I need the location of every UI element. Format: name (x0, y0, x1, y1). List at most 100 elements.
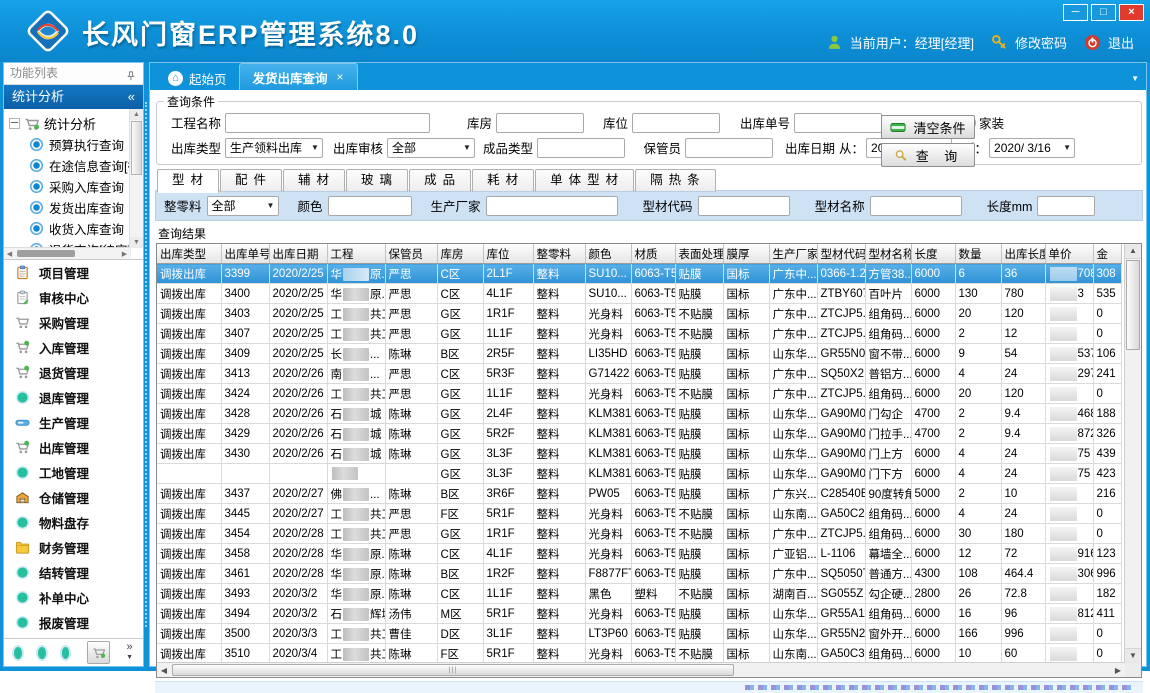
material-tab[interactable]: 辅材 (283, 169, 345, 192)
sidebar-item[interactable]: 入库管理 (4, 335, 143, 360)
table-row[interactable]: 调拨出库35102020/3/4工共工程陈琳F区5R1F整料光身料6063-T5… (157, 644, 1121, 664)
color-input[interactable] (328, 196, 412, 216)
product-type-input[interactable] (537, 138, 625, 158)
project-name-input[interactable] (225, 113, 430, 133)
warehouse-input[interactable] (496, 113, 584, 133)
material-tab[interactable]: 配件 (220, 169, 282, 192)
sidebar-item[interactable]: 项目管理 (4, 260, 143, 285)
column-header[interactable]: 库房 (437, 244, 483, 264)
audit-select[interactable]: 全部▼ (387, 138, 475, 158)
column-header[interactable]: 金 (1093, 244, 1121, 264)
table-row[interactable]: 调拨出库34452020/2/27工共工程严思F区5R1F整料光身料6063-T… (157, 504, 1121, 524)
column-header[interactable]: 整零料 (533, 244, 585, 264)
sidebar-item[interactable]: 退货管理 (4, 360, 143, 385)
clear-conditions-button[interactable]: 清空条件 (881, 115, 975, 139)
scroll-thumb[interactable]: ||| (172, 664, 734, 676)
column-header[interactable]: 表面处理 (675, 244, 723, 264)
column-header[interactable]: 单价 (1045, 244, 1093, 264)
nav-cart-button[interactable] (87, 641, 110, 664)
column-header[interactable]: 保管员 (385, 244, 437, 264)
scroll-up-icon[interactable]: ▲ (1125, 244, 1141, 259)
sidebar-item[interactable]: 审核中心 (4, 285, 143, 310)
sidebar-item[interactable]: 财务管理 (4, 535, 143, 560)
material-tab[interactable]: 型材 (157, 169, 219, 193)
length-input[interactable] (1037, 196, 1095, 216)
column-header[interactable]: 颜色 (585, 244, 631, 264)
sidebar-item[interactable]: 结转管理 (4, 560, 143, 585)
table-row[interactable]: 调拨出库34942020/3/2石辉城汤伟M区5R1F整料光身料6063-T5贴… (157, 604, 1121, 624)
sidebar-item[interactable]: 仓储管理 (4, 485, 143, 510)
scroll-left-icon[interactable]: ◀ (4, 250, 15, 258)
tree-horizontal-scrollbar[interactable]: ◀ ▶ (4, 247, 130, 259)
sidebar-item[interactable]: 物料盘存 (4, 510, 143, 535)
tree-item[interactable]: 在途信息查询[待 (9, 155, 129, 176)
table-row[interactable]: 调拨出库34292020/2/26石城陈琳G区5R2F整料KLM38176063… (157, 424, 1121, 444)
sidebar-item[interactable]: 报废管理 (4, 610, 143, 635)
table-row[interactable]: 调拨出库34002020/2/25华原...严思C区4L1F整料SU10...6… (157, 284, 1121, 304)
pin-icon[interactable] (125, 68, 137, 80)
nav-group-icon[interactable] (14, 647, 22, 659)
grid-horizontal-scrollbar[interactable]: ◀ ||| ▶ (157, 662, 1125, 677)
tree-item[interactable]: 收货入库查询 (9, 218, 129, 239)
material-tab[interactable]: 耗材 (472, 169, 534, 192)
column-header[interactable]: 出库长度 (1001, 244, 1045, 264)
table-row[interactable]: 调拨出库34092020/2/25长...陈琳B区2R5F整料LI35HD606… (157, 344, 1121, 364)
whole-part-select[interactable]: 全部▼ (207, 196, 279, 216)
sidebar-item[interactable]: 采购管理 (4, 310, 143, 335)
table-row[interactable]: 调拨出库34302020/2/26石城陈琳G区3L3F整料KLM38176063… (157, 444, 1121, 464)
table-row[interactable]: 调拨出库34542020/2/28工共工程严思G区1R1F整料光身料6063-T… (157, 524, 1121, 544)
overflow-chevron-icon[interactable]: »▼ (126, 643, 133, 662)
table-row[interactable]: 调拨出库34372020/2/27佛...陈琳B区3R6F整料PW056063-… (157, 484, 1121, 504)
table-row[interactable]: 调拨出库34132020/2/26南...严思C区5R3F整料G71422606… (157, 364, 1121, 384)
tab-home[interactable]: ⌂ 起始页 (156, 66, 239, 90)
close-icon[interactable]: × (1119, 4, 1144, 21)
table-row[interactable]: 调拨出库34282020/2/26石城陈琳G区2L4F整料KLM38176063… (157, 404, 1121, 424)
sidebar-item[interactable]: 生产管理 (4, 410, 143, 435)
table-row[interactable]: 调拨出库34242020/2/26工共工程严思G区1L1F整料光身料6063-T… (157, 384, 1121, 404)
outbound-type-select[interactable]: 生产领料出库▼ (225, 138, 323, 158)
tab-close-icon[interactable]: × (337, 70, 344, 84)
tab-shipping-outbound-query[interactable]: 发货出库查询 × (239, 63, 358, 90)
tree-vertical-scrollbar[interactable]: ▲ ▼ (129, 109, 143, 248)
profile-name-input[interactable] (870, 196, 962, 216)
column-header[interactable]: 生产厂家 (769, 244, 817, 264)
scroll-thumb[interactable] (1126, 260, 1140, 350)
table-row[interactable]: 调拨出库34932020/3/2华原...陈琳C区1L1F整料黑色塑料不贴膜国标… (157, 584, 1121, 604)
scroll-down-icon[interactable]: ▼ (130, 237, 143, 248)
column-header[interactable]: 库位 (483, 244, 533, 264)
sidebar-group-header[interactable]: 统计分析 « (4, 85, 143, 109)
table-row[interactable]: 调拨出库34032020/2/25工共工程严思G区1R1F整料光身料6063-T… (157, 304, 1121, 324)
nav-group-icon[interactable] (62, 647, 70, 659)
order-no-input[interactable] (794, 113, 882, 133)
minimize-icon[interactable]: ─ (1063, 4, 1088, 21)
column-header[interactable]: 出库日期 (269, 244, 327, 264)
table-row[interactable]: 调拨出库33992020/2/25华原...严思C区2L1F整料SU10...6… (157, 264, 1121, 284)
tab-list-dropdown-icon[interactable]: ▼ (1131, 74, 1139, 83)
date-to-picker[interactable]: 2020/ 3/16▼ (989, 138, 1075, 158)
tree-item[interactable]: 采购入库查询 (9, 176, 129, 197)
column-header[interactable]: 出库类型 (157, 244, 221, 264)
keeper-input[interactable] (685, 138, 773, 158)
material-tab[interactable]: 玻璃 (346, 169, 408, 192)
column-header[interactable]: 型材代码 (817, 244, 865, 264)
sidebar-item[interactable]: 补单中心 (4, 585, 143, 610)
column-header[interactable]: 材质 (631, 244, 675, 264)
tree-expander-icon[interactable] (9, 118, 20, 129)
sidebar-item[interactable]: 退库管理 (4, 385, 143, 410)
sidebar-item[interactable]: 工地管理 (4, 460, 143, 485)
manufacturer-input[interactable] (486, 196, 618, 216)
column-header[interactable]: 数量 (955, 244, 1001, 264)
table-row[interactable]: 调拨出库34582020/2/28华原...陈琳C区4L1F整料光身料6063-… (157, 544, 1121, 564)
column-header[interactable]: 工程 (327, 244, 385, 264)
scroll-thumb[interactable] (17, 250, 75, 257)
sidebar-item[interactable]: 出库管理 (4, 435, 143, 460)
search-button[interactable]: 查 询 (881, 143, 975, 167)
material-tab[interactable]: 单体型材 (535, 169, 634, 192)
grid-vertical-scrollbar[interactable]: ▲ ▼ (1124, 244, 1141, 663)
scroll-down-icon[interactable]: ▼ (1125, 648, 1141, 663)
scroll-up-icon[interactable]: ▲ (130, 109, 143, 120)
column-header[interactable]: 型材名称 (865, 244, 911, 264)
table-row[interactable]: 调拨出库34072020/2/25工共工程严思G区1L1F整料光身料6063-T… (157, 324, 1121, 344)
tree-item[interactable]: 发货出库查询 (9, 197, 129, 218)
collapse-icon[interactable]: « (128, 85, 135, 109)
